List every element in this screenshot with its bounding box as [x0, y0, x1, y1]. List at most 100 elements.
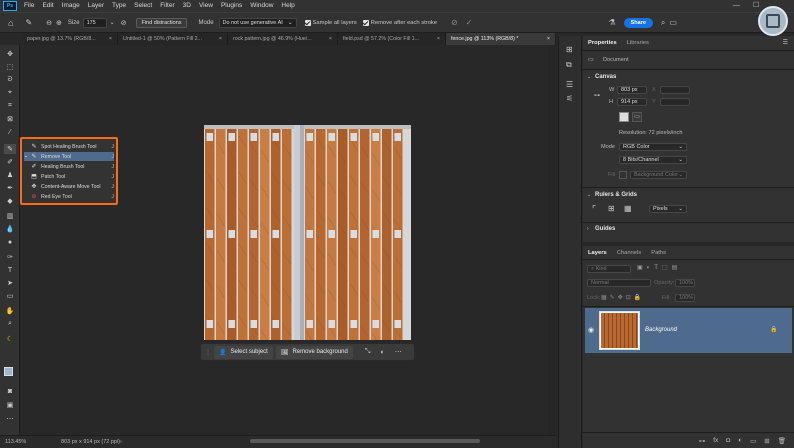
home-icon[interactable]: ⌂ — [8, 12, 13, 33]
hand-tool-icon[interactable]: ✋ — [4, 306, 16, 316]
healing-brush-item[interactable]: ✐ Healing Brush Tool J — [24, 162, 114, 171]
find-distractions-button[interactable]: Find distractions — [136, 17, 187, 28]
remove-background-button[interactable]: 🖼 Remove background — [275, 345, 353, 359]
adjustments-icon[interactable]: ☰ — [566, 80, 573, 89]
libraries-icon[interactable]: ⧉ — [566, 60, 572, 70]
lasso-tool-icon[interactable]: ᘐ — [4, 75, 16, 85]
brush-size-icon[interactable]: ⊖ — [46, 12, 52, 33]
workspace-icon[interactable]: ▭ — [669, 12, 677, 33]
blend-mode-select[interactable]: Normal — [587, 279, 651, 287]
edit-toolbar-icon[interactable]: ☾ — [4, 334, 16, 344]
frame-tool-icon[interactable]: ⊠ — [4, 114, 16, 124]
tab-untitled[interactable]: Untitled-1 @ 50% (Pattern Fill 2... × — [118, 33, 228, 45]
bit-depth-select[interactable]: 8 Bits/Channel ⌄ — [619, 156, 687, 164]
share-button[interactable]: Share — [623, 17, 653, 28]
menu-plugins[interactable]: Plugins — [217, 0, 246, 12]
lock-icons[interactable]: ▦✎✥⊡🔒 — [601, 294, 644, 301]
chevron-down-icon[interactable]: ⌄ — [110, 12, 115, 33]
chevron-down-icon[interactable]: ⌄ — [587, 74, 591, 80]
search-icon[interactable]: ⌕ — [661, 12, 665, 33]
new-layer-icon[interactable]: ⊞ — [764, 437, 769, 445]
chevron-right-icon[interactable]: › — [587, 226, 589, 232]
pressure-icon[interactable]: ⊘ — [121, 12, 127, 33]
remove-after-stroke-checkbox[interactable]: Remove after each stroke — [362, 12, 437, 33]
fence-image[interactable] — [204, 125, 411, 340]
group-icon[interactable]: ▭ — [750, 437, 756, 445]
layer-filter-select[interactable]: ⌕ Kind — [587, 265, 631, 273]
gradient-tool-icon[interactable]: ▥ — [4, 211, 16, 221]
tab-properties[interactable]: Properties — [583, 36, 622, 50]
commit-icon[interactable]: ✓ — [466, 12, 473, 33]
quick-mask-icon[interactable]: ◙ — [4, 386, 16, 396]
tab-channels[interactable]: Channels — [612, 246, 647, 259]
link-icon[interactable]: ⊶ — [594, 92, 600, 99]
opacity-input[interactable]: 100% — [675, 279, 695, 287]
tab-rock-pattern[interactable]: rock pattern.jpg @ 46.9% (Hue/... × — [228, 33, 338, 45]
ruler-icon[interactable]: ⌜ — [592, 204, 596, 215]
menu-edit[interactable]: Edit — [38, 0, 57, 12]
move-tool-icon[interactable]: ✥ — [4, 49, 16, 59]
panel-menu-icon[interactable]: ☰ — [783, 39, 788, 46]
crop-tool-icon[interactable]: ⌗ — [4, 101, 16, 111]
flask-icon[interactable]: ⚗ — [608, 12, 615, 33]
pixel-grid-icon[interactable]: ▦ — [624, 204, 632, 213]
eraser-tool-icon[interactable]: ◆ — [4, 196, 16, 206]
x-input[interactable] — [660, 86, 690, 94]
menu-help[interactable]: Help — [277, 0, 298, 12]
tab-paths[interactable]: Paths — [646, 246, 671, 259]
layer-row-background[interactable]: ◉ Background 🔒 — [585, 308, 792, 353]
landscape-orientation-icon[interactable]: ▭ — [632, 112, 642, 122]
delete-icon[interactable]: 🗑 — [778, 437, 786, 445]
close-icon[interactable]: × — [329, 33, 332, 45]
width-input[interactable]: 803 px — [617, 86, 647, 94]
lock-icon[interactable]: 🔒 — [770, 326, 777, 333]
brush-tool-icon[interactable]: ✐ — [4, 157, 16, 167]
adjustment-layer-icon[interactable]: ◐ — [738, 437, 742, 444]
close-icon[interactable]: × — [109, 33, 112, 45]
menu-window[interactable]: Window — [246, 0, 277, 12]
height-input[interactable]: 914 px — [617, 98, 647, 106]
vertical-scrollbar[interactable] — [548, 45, 556, 435]
properties-icon[interactable]: ⚟ — [566, 94, 573, 103]
pen-tool-icon[interactable]: ✑ — [4, 252, 16, 262]
adjustment-icon[interactable]: ◐ — [380, 349, 384, 356]
history-icon[interactable]: ⊞ — [566, 45, 573, 54]
zoom-readout[interactable]: 113.45% — [5, 439, 26, 445]
menu-3d[interactable]: 3D — [179, 0, 195, 12]
menu-type[interactable]: Type — [108, 0, 130, 12]
eyedropper-tool-icon[interactable]: ⁄ — [4, 127, 16, 137]
drag-handle-icon[interactable]: ⋮ — [205, 349, 211, 356]
menu-view[interactable]: View — [195, 0, 217, 12]
spot-healing-brush-item[interactable]: ✎ Spot Healing Brush Tool J — [24, 142, 114, 151]
menu-filter[interactable]: Filter — [156, 0, 178, 12]
transform-icon[interactable]: ⤡ — [365, 348, 371, 356]
link-layers-icon[interactable]: ⊶ — [699, 437, 706, 445]
cancel-icon[interactable]: ⊘ — [451, 12, 458, 33]
close-icon[interactable]: × — [219, 33, 222, 45]
grid-icon[interactable]: ⊞ — [608, 204, 615, 213]
minimize-icon[interactable]: — — [733, 2, 740, 9]
close-icon[interactable]: × — [547, 33, 550, 45]
more-tools-icon[interactable]: ⋯ — [4, 414, 16, 424]
remove-tool-item[interactable]: ▪ ✎ Remove Tool J — [24, 152, 114, 161]
patch-tool-item[interactable]: ⬒ Patch Tool J — [24, 172, 114, 181]
y-input[interactable] — [660, 98, 690, 106]
content-aware-move-item[interactable]: ✥ Content-Aware Move Tool J — [24, 182, 114, 191]
more-options-icon[interactable]: ⋯ — [395, 348, 402, 356]
menu-file[interactable]: File — [20, 0, 38, 12]
menu-image[interactable]: Image — [58, 0, 84, 12]
object-select-tool-icon[interactable]: ⌖ — [4, 88, 16, 98]
mask-icon[interactable]: ◘ — [726, 437, 730, 444]
tab-fence[interactable]: fence.jpg @ 113% (RGB/8) * × — [446, 33, 556, 45]
fx-icon[interactable]: fx — [713, 437, 718, 444]
eye-icon[interactable]: ◉ — [588, 326, 594, 334]
color-mode-select[interactable]: RGB Color ⌄ — [619, 143, 687, 151]
layer-name[interactable]: Background — [645, 327, 677, 333]
marquee-tool-icon[interactable]: ⬚ — [4, 62, 16, 72]
capture-overlay-icon[interactable] — [758, 6, 788, 36]
red-eye-item[interactable]: ⊕ Red Eye Tool J — [24, 192, 114, 201]
ruler-units-select[interactable]: Pixels ⌄ — [649, 205, 687, 213]
fill-opacity-input[interactable]: 100% — [675, 294, 695, 302]
type-tool-icon[interactable]: T — [4, 265, 16, 275]
maximize-icon[interactable]: ☐ — [753, 1, 759, 9]
